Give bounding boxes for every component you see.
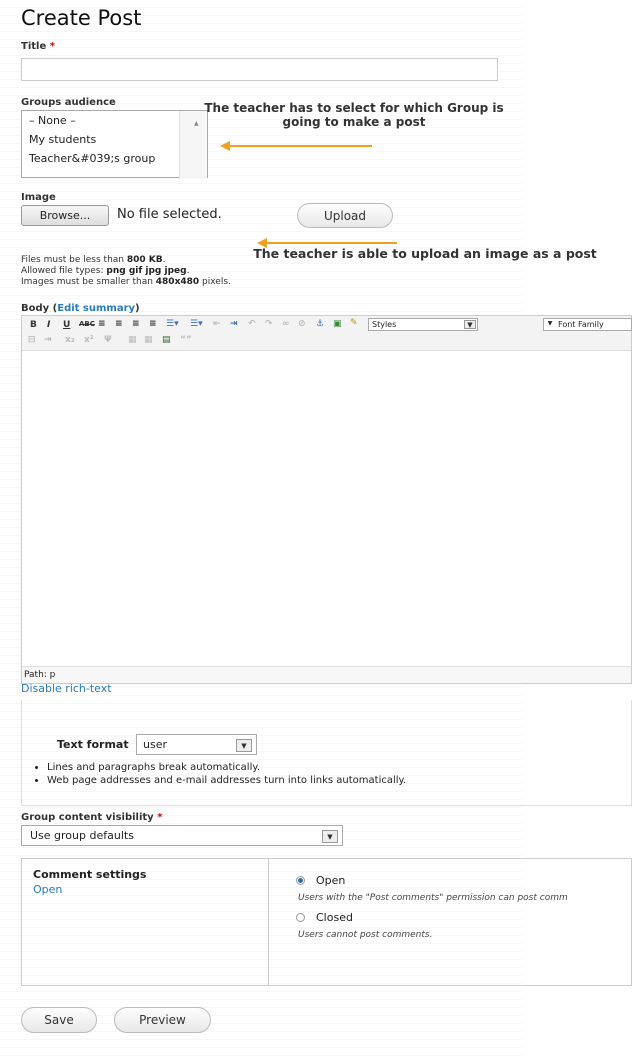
special-char-icon[interactable]: Ψ — [104, 335, 112, 345]
radio-closed[interactable] — [296, 913, 305, 922]
chevron-down-icon: ▼ — [322, 830, 338, 843]
save-button[interactable]: Save — [21, 1007, 97, 1033]
required-mark: * — [49, 41, 55, 52]
text-format-tips: Lines and paragraphs break automatically… — [35, 761, 406, 787]
anchor-icon[interactable]: ⚓ — [316, 319, 324, 329]
outdent-icon[interactable]: ⇤ — [213, 319, 221, 329]
image-label: Image — [21, 192, 56, 203]
chevron-down-icon: ▼ — [464, 320, 476, 329]
page-title: Create Post — [21, 6, 142, 30]
text-format-label: Text format — [57, 738, 129, 751]
radio-closed-label[interactable]: Closed — [316, 911, 353, 924]
groups-audience-label: Groups audience — [21, 97, 116, 108]
numbered-list-icon[interactable]: ☰▾ — [190, 319, 203, 329]
align-left-icon[interactable]: ≡ — [98, 319, 106, 329]
file-status: No file selected. — [117, 207, 222, 222]
underline-icon[interactable]: U — [63, 320, 70, 330]
cleanup-brush-icon[interactable]: ✎ — [350, 318, 358, 328]
comment-settings-summary: Open — [33, 883, 63, 896]
image-annotation: The teacher is able to upload an image a… — [253, 246, 597, 261]
image-insert-icon[interactable]: ▣ — [333, 319, 342, 329]
radio-open-description: Users with the "Post comments" permissio… — [298, 893, 568, 903]
radio-open[interactable] — [296, 876, 305, 885]
superscript-icon[interactable]: x² — [84, 335, 94, 345]
indent-icon[interactable]: ⇥ — [230, 319, 238, 329]
italic-icon[interactable]: I — [47, 320, 50, 330]
help-types: Allowed file types: png gif jpg jpeg. — [21, 266, 190, 276]
table-row-icon[interactable]: ⊟ — [28, 335, 36, 345]
image-arrow-line — [265, 242, 397, 244]
comment-settings-title: Comment settings — [33, 868, 147, 881]
table-col-icon[interactable]: ⇥ — [44, 335, 52, 345]
table-props-icon[interactable]: ▦ — [144, 335, 153, 345]
undo-icon[interactable]: ↶ — [248, 319, 256, 329]
unlink-icon[interactable]: ⊘ — [298, 319, 306, 329]
preview-button[interactable]: Preview — [114, 1007, 211, 1033]
align-center-icon[interactable]: ≡ — [115, 319, 123, 329]
browse-button[interactable]: Browse... — [21, 205, 109, 226]
align-justify-icon[interactable]: ≡ — [149, 319, 157, 329]
styles-select[interactable]: Styles ▼ — [368, 318, 478, 331]
media-icon[interactable]: ▤ — [162, 335, 171, 345]
comment-settings-tab[interactable]: Comment settings Open — [21, 858, 269, 986]
link-icon[interactable]: ∞ — [282, 319, 290, 329]
tip-line-breaks: Lines and paragraphs break automatically… — [47, 761, 406, 774]
bullet-list-icon[interactable]: ☰▾ — [166, 319, 179, 329]
help-dims: Images must be smaller than 480x480 pixe… — [21, 277, 231, 287]
help-size: Files must be less than 800 KB. — [21, 255, 166, 265]
chevron-down-icon: ▼ — [547, 320, 553, 327]
editor-toolbar: B I U ABC ≡ ≡ ≡ ≡ ☰▾ ☰▾ ⇤ ⇥ ↶ ↷ ∞ ⊘ ⚓ ▣ … — [22, 316, 632, 351]
disable-rich-text-link[interactable]: Disable rich-text — [21, 682, 112, 695]
tip-links: Web page addresses and e-mail addresses … — [47, 774, 406, 787]
font-family-select[interactable]: ▼ Font Family — [543, 318, 632, 331]
edit-summary-link[interactable]: Edit summary — [57, 303, 135, 314]
upload-button[interactable]: Upload — [297, 203, 393, 228]
body-label: Body (Edit summary) — [21, 303, 140, 314]
text-format-select[interactable]: user ▼ — [136, 734, 257, 755]
title-label: Title * — [21, 41, 55, 52]
title-label-text: Title — [21, 41, 47, 52]
text-format-wrapper — [21, 700, 632, 806]
groups-audience-select[interactable]: – None – My students Teacher&#039;s grou… — [21, 110, 208, 179]
groups-annotation: The teacher has to select for which Grou… — [204, 101, 504, 129]
visibility-label: Group content visibility * — [21, 812, 163, 823]
align-right-icon[interactable]: ≡ — [132, 319, 140, 329]
blockquote-icon[interactable]: “” — [180, 335, 192, 345]
subscript-icon[interactable]: x₂ — [65, 335, 75, 345]
chevron-down-icon: ▼ — [236, 739, 252, 752]
editor-path: Path: p — [22, 666, 631, 683]
body-editor[interactable]: B I U ABC ≡ ≡ ≡ ≡ ☰▾ ☰▾ ⇤ ⇥ ↶ ↷ ∞ ⊘ ⚓ ▣ … — [21, 315, 632, 684]
bold-icon[interactable]: B — [30, 320, 37, 330]
radio-closed-description: Users cannot post comments. — [298, 930, 433, 940]
radio-open-label[interactable]: Open — [316, 874, 345, 887]
redo-icon[interactable]: ↷ — [265, 319, 273, 329]
visibility-select[interactable]: Use group defaults ▼ — [21, 825, 343, 846]
groups-arrow-icon — [220, 141, 372, 151]
image-help: Files must be less than 800 KB. Allowed … — [21, 255, 231, 288]
table-icon[interactable]: ▦ — [128, 335, 137, 345]
title-input[interactable] — [21, 58, 498, 81]
strikethrough-icon[interactable]: ABC — [79, 320, 95, 328]
